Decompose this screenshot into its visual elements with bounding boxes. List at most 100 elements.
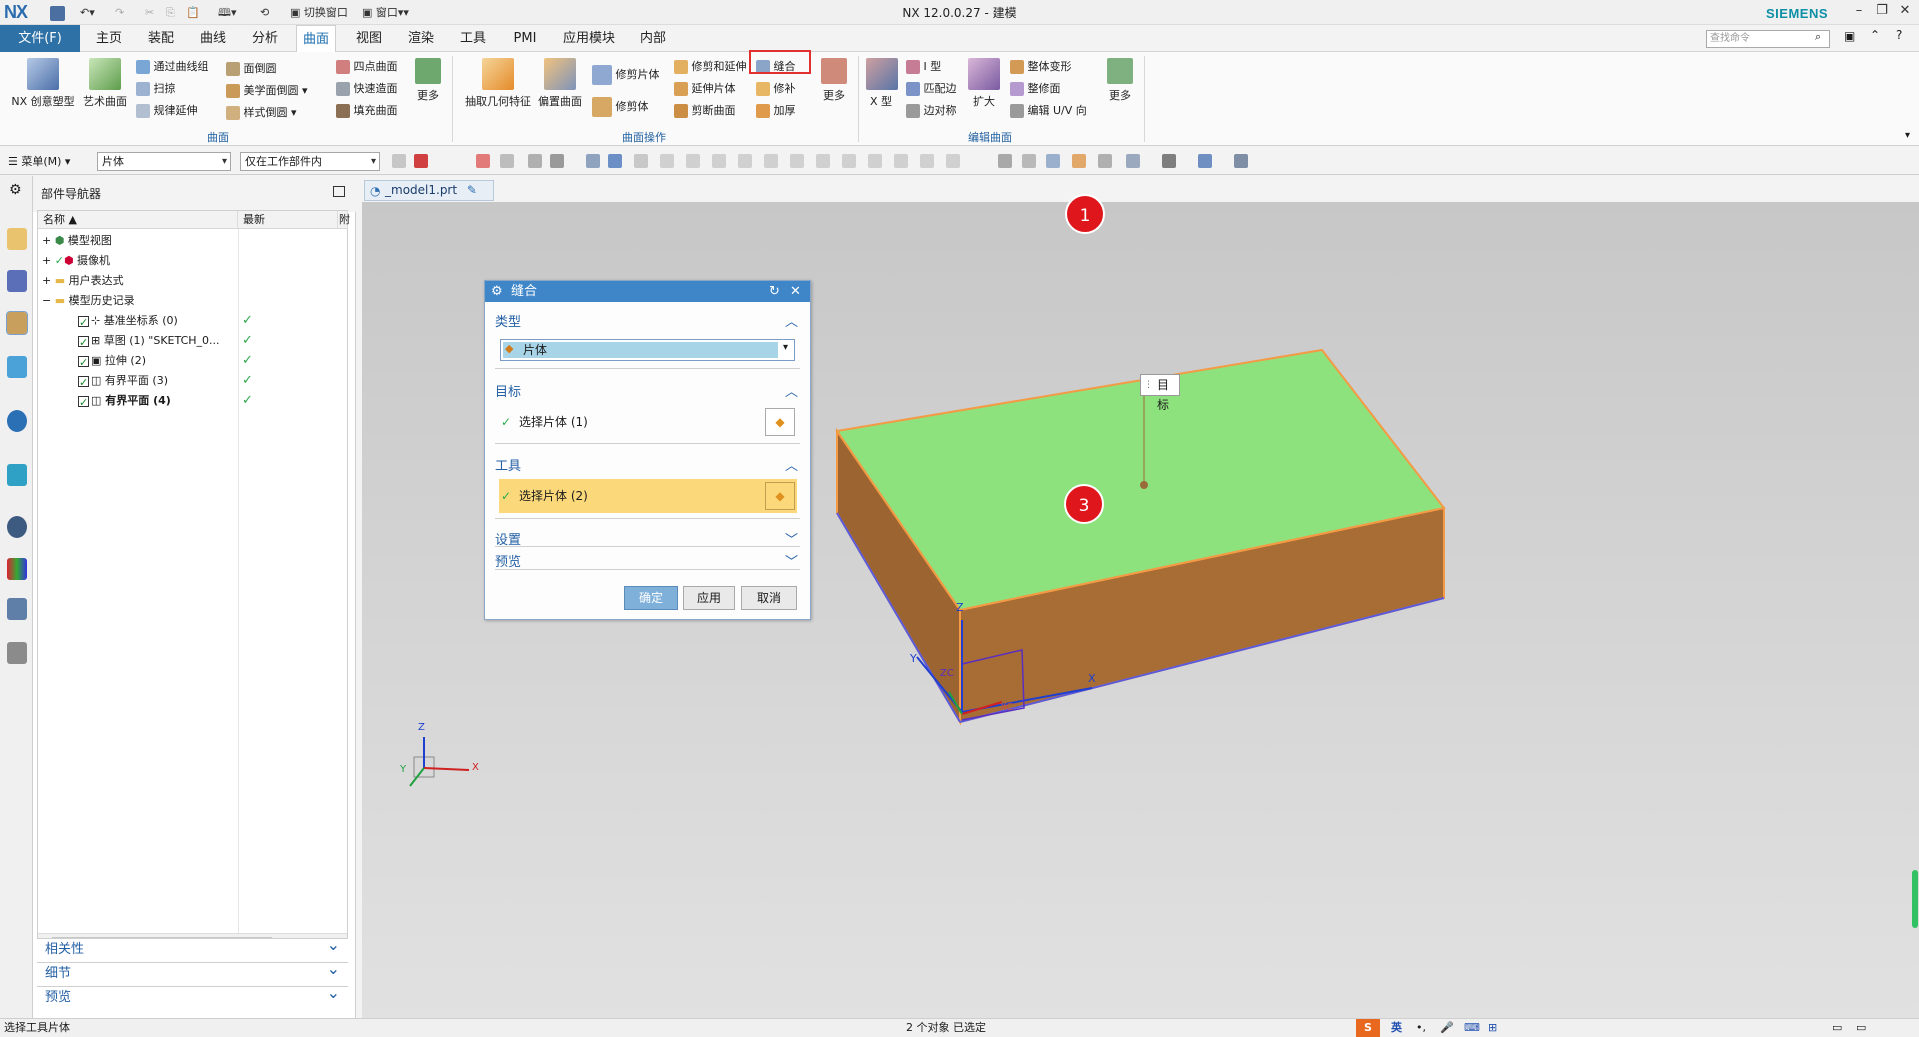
view-icon[interactable] xyxy=(998,154,1012,168)
punctuation-icon[interactable]: •, xyxy=(1416,1019,1426,1037)
roles-icon[interactable] xyxy=(7,642,27,664)
status-icon[interactable]: ▭ xyxy=(1856,1019,1866,1037)
ribbon-options-icon[interactable]: ▣ xyxy=(1844,29,1855,43)
x-form-button[interactable]: X 型 xyxy=(866,58,898,109)
visibility-checkbox[interactable] xyxy=(78,333,89,353)
tree-row-user-expressions[interactable]: + ▬ 用户表达式 xyxy=(38,271,347,291)
edit-uv-button[interactable]: 编辑 U/V 向 xyxy=(1010,102,1087,118)
refit-face-button[interactable]: 整修面 xyxy=(1010,80,1061,96)
toolbar-icon[interactable] xyxy=(1234,154,1248,168)
trim-sheet-button[interactable]: 修剪片体 xyxy=(592,65,660,85)
target-tag[interactable]: ⋮ 目标 xyxy=(1140,374,1180,412)
patch-button[interactable]: 修补 xyxy=(756,80,796,96)
toolbar-icon[interactable] xyxy=(500,154,514,168)
tab-view[interactable]: 视图 xyxy=(352,25,386,52)
select-icon[interactable] xyxy=(476,154,490,168)
snap-icon[interactable] xyxy=(842,154,856,168)
snap-icon[interactable] xyxy=(686,154,700,168)
sweep-button[interactable]: 扫掠 xyxy=(136,80,176,96)
law-extension-button[interactable]: 规律延伸 xyxy=(136,102,198,118)
snap-icon[interactable] xyxy=(894,154,908,168)
microphone-icon[interactable]: 🎤 xyxy=(1440,1019,1454,1037)
command-search-input[interactable]: 查找命令 xyxy=(1706,30,1830,48)
collapse-icon[interactable]: ︿ xyxy=(785,381,798,400)
visibility-checkbox[interactable] xyxy=(78,393,89,413)
section-preview[interactable]: 预览 xyxy=(37,982,348,1008)
tool-selection-row[interactable]: ✓ 选择片体 (2) ◆ xyxy=(499,479,797,513)
more-ops-button[interactable]: 更多 xyxy=(818,58,850,103)
grid-icon[interactable]: ⊞ xyxy=(1488,1019,1497,1037)
ime-logo-icon[interactable]: S xyxy=(1356,1019,1380,1037)
trim-body-button[interactable]: 修剪体 xyxy=(592,97,649,117)
select-sheet-button[interactable]: ◆ xyxy=(765,482,795,510)
snap-icon[interactable] xyxy=(946,154,960,168)
tab-surface[interactable]: 曲面 xyxy=(296,25,336,53)
chevron-down-icon[interactable]: ▾ xyxy=(783,342,788,353)
extend-sheet-button[interactable]: 延伸片体 xyxy=(674,80,736,96)
more-edit-button[interactable]: 更多 xyxy=(1104,58,1136,103)
status-icon[interactable]: ▭ xyxy=(1832,1019,1842,1037)
menu-button[interactable]: ☰ 菜单(M) ▾ xyxy=(8,153,70,169)
ok-button[interactable]: 确定 xyxy=(624,586,678,610)
dialog-title-bar[interactable]: ⚙ 缝合 ↻ ✕ xyxy=(485,281,810,302)
select-type-icon[interactable] xyxy=(414,154,428,168)
section-tool[interactable]: 工具 ︿ xyxy=(495,455,800,474)
type-select[interactable]: 片体 ◆ ▾ xyxy=(500,339,795,361)
tab-file[interactable]: 文件(F) xyxy=(0,25,80,52)
extract-geometry-button[interactable]: 抽取几何特征 xyxy=(462,58,534,109)
constraint-navigator-icon[interactable] xyxy=(7,270,27,292)
gear-icon[interactable]: ⚙ xyxy=(491,281,503,302)
collapse-ribbon-icon[interactable]: ⌃ xyxy=(1870,28,1880,42)
tab-internal[interactable]: 内部 xyxy=(636,25,670,52)
visibility-checkbox[interactable] xyxy=(78,313,89,333)
snap-icon[interactable] xyxy=(712,154,726,168)
snap-icon[interactable] xyxy=(868,154,882,168)
snap-icon[interactable] xyxy=(790,154,804,168)
help-icon[interactable]: ? xyxy=(1896,28,1902,42)
stitch-button[interactable]: 缝合 xyxy=(749,50,811,74)
gear-icon[interactable]: ⚙ xyxy=(9,182,22,198)
toolbar-icon[interactable] xyxy=(586,154,600,168)
toolbar-icon[interactable] xyxy=(1098,154,1112,168)
snap-icon[interactable] xyxy=(920,154,934,168)
collapse-icon[interactable]: ︿ xyxy=(785,311,798,330)
target-selection-row[interactable]: ✓ 选择片体 (1) ◆ xyxy=(499,405,797,439)
cancel-button[interactable]: 取消 xyxy=(741,586,797,610)
tree-row-datum-csys[interactable]: ⊹ 基准坐标系 (0)✓ xyxy=(38,311,347,333)
art-surface-button[interactable]: 艺术曲面 xyxy=(80,58,130,109)
tab-home[interactable]: 主页 xyxy=(92,25,126,52)
render-style-icon[interactable] xyxy=(1198,154,1212,168)
section-preview[interactable]: 预览 ﹀ xyxy=(495,551,800,570)
column-name-header[interactable]: 名称 ▲ xyxy=(38,211,238,229)
visibility-checkbox[interactable] xyxy=(78,353,89,373)
tree-row-bounded-plane-4[interactable]: ◫ 有界平面 (4)✓ xyxy=(38,391,347,413)
tab-tools[interactable]: 工具 xyxy=(456,25,490,52)
nx-creative-button[interactable]: NX 创意塑型 xyxy=(10,58,76,109)
minimize-button[interactable]: – xyxy=(1848,3,1870,21)
tab-pmi[interactable]: PMI xyxy=(508,25,542,52)
rapid-surface-button[interactable]: 快速造面 xyxy=(336,80,398,96)
view-icon[interactable] xyxy=(1022,154,1036,168)
tree-row-extrude[interactable]: ▣ 拉伸 (2)✓ xyxy=(38,351,347,373)
palette-icon[interactable] xyxy=(7,558,27,580)
reuse-library-icon[interactable] xyxy=(7,356,27,378)
section-target[interactable]: 目标 ︿ xyxy=(495,381,800,400)
match-edge-button[interactable]: 匹配边 xyxy=(906,80,957,96)
styled-blend-button[interactable]: 样式倒圆 ▾ xyxy=(226,104,297,120)
keyboard-icon[interactable]: ⌨ xyxy=(1464,1019,1480,1037)
expand-icon[interactable]: ﹀ xyxy=(785,551,798,570)
ime-mode[interactable]: 英 xyxy=(1391,1019,1402,1037)
rectangle-select-icon[interactable] xyxy=(550,154,564,168)
close-window-button[interactable]: ✕ xyxy=(1894,3,1916,21)
select-sheet-button[interactable]: ◆ xyxy=(765,408,795,436)
restore-button[interactable]: ❐ xyxy=(1871,3,1893,21)
thicken-button[interactable]: 加厚 xyxy=(756,102,796,118)
view-slider[interactable] xyxy=(1912,870,1918,928)
toolbar-icon[interactable] xyxy=(608,154,622,168)
section-type[interactable]: 类型 ︿ xyxy=(495,311,800,330)
snap-icon[interactable] xyxy=(764,154,778,168)
offset-surface-button[interactable]: 偏置曲面 xyxy=(536,58,584,109)
tab-render[interactable]: 渲染 xyxy=(404,25,438,52)
more-surface-button[interactable]: 更多 xyxy=(412,58,444,103)
toolbar-icon[interactable] xyxy=(528,154,542,168)
